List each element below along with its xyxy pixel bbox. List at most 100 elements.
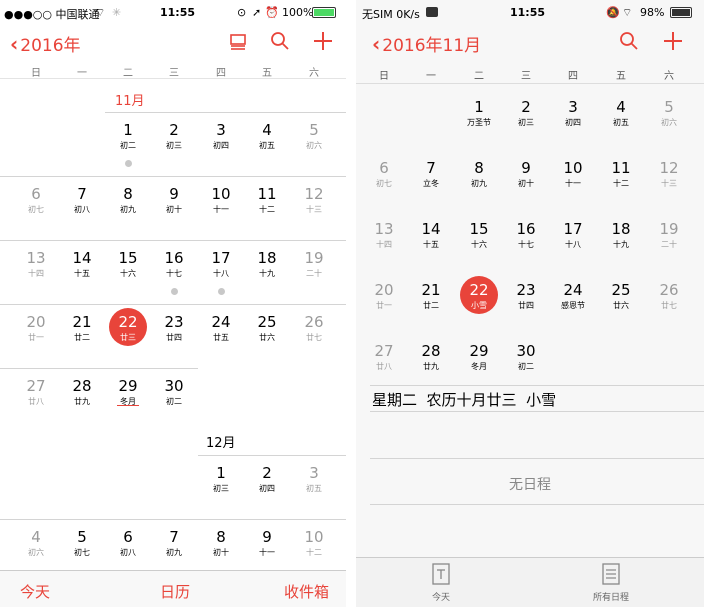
lunar-date: 十九 (259, 269, 275, 278)
day-cell[interactable]: 17 十八 (198, 250, 244, 279)
day-cell[interactable]: 3 初五 (291, 465, 337, 494)
day-number: 17 (563, 220, 583, 238)
day-cell[interactable]: 3 初四 (550, 99, 596, 128)
day-cell[interactable]: 10 十一 (550, 160, 596, 189)
day-cell[interactable]: 16 十七 (503, 221, 549, 250)
day-number: 14 (72, 249, 92, 267)
day-cell[interactable]: 8 初十 (198, 529, 244, 558)
day-cell[interactable]: 17 十八 (550, 221, 596, 250)
day-cell[interactable]: 3 初四 (198, 122, 244, 151)
day-cell[interactable]: 18 十九 (598, 221, 644, 250)
day-cell[interactable]: 19 二十 (291, 250, 337, 279)
day-cell[interactable]: 21 廿二 (408, 282, 454, 311)
day-cell[interactable]: 16 十七 (151, 250, 197, 279)
day-cell[interactable]: 2 初四 (244, 465, 290, 494)
day-cell[interactable]: 14 十五 (59, 250, 105, 279)
day-cell[interactable]: 9 初十 (151, 186, 197, 215)
add-event-icon[interactable] (313, 31, 333, 55)
day-number: 29 (469, 342, 489, 360)
day-cell[interactable]: 7 立冬 (408, 160, 454, 189)
back-label: 2016年11月 (382, 36, 482, 56)
day-cell[interactable]: 26 廿七 (291, 314, 337, 343)
day-cell[interactable]: 29 冬月 (105, 378, 151, 407)
day-cell[interactable]: 26 廿七 (646, 282, 692, 311)
day-cell[interactable]: 2 初三 (503, 99, 549, 128)
day-cell[interactable]: 22 廿三 (105, 308, 151, 346)
day-cell[interactable]: 12 十三 (646, 160, 692, 189)
back-button[interactable]: ‹ 2016年11月 (372, 31, 481, 56)
lunar-date: 廿九 (74, 397, 90, 406)
day-number: 15 (469, 220, 489, 238)
day-cell[interactable]: 2 初三 (151, 122, 197, 151)
back-button[interactable]: ‹ 2016年 (10, 31, 81, 56)
lunar-date: 立冬 (423, 179, 439, 188)
day-cell[interactable]: 11 十二 (244, 186, 290, 215)
day-cell[interactable]: 25 廿六 (598, 282, 644, 311)
day-cell[interactable]: 6 初七 (13, 186, 59, 215)
day-cell[interactable]: 8 初九 (105, 186, 151, 215)
day-cell[interactable]: 10 十二 (291, 529, 337, 558)
day-cell[interactable]: 6 初七 (361, 160, 407, 189)
day-cell[interactable]: 1 万圣节 (456, 99, 502, 128)
day-number: 5 (664, 98, 674, 116)
day-cell[interactable]: 15 十六 (456, 221, 502, 250)
lunar-date: 初六 (661, 118, 677, 127)
day-cell[interactable]: 5 初七 (59, 529, 105, 558)
day-cell[interactable]: 13 十四 (13, 250, 59, 279)
search-icon[interactable] (270, 31, 290, 55)
day-cell[interactable]: 1 初二 (105, 122, 151, 151)
day-cell[interactable]: 28 廿九 (408, 343, 454, 372)
day-cell[interactable]: 13 十四 (361, 221, 407, 250)
day-cell[interactable]: 12 十三 (291, 186, 337, 215)
day-cell[interactable]: 7 初八 (59, 186, 105, 215)
day-cell[interactable]: 15 十六 (105, 250, 151, 279)
message-icon (426, 7, 438, 17)
tab-inbox[interactable]: 收件箱 (284, 581, 329, 602)
day-cell[interactable]: 22 小雪 (456, 276, 502, 314)
day-cell[interactable]: 4 初六 (13, 529, 59, 558)
day-cell[interactable]: 6 初八 (105, 529, 151, 558)
add-event-icon[interactable] (663, 31, 683, 55)
day-cell[interactable]: 5 初六 (646, 99, 692, 128)
day-cell[interactable]: 24 廿五 (198, 314, 244, 343)
day-cell[interactable]: 27 廿八 (361, 343, 407, 372)
day-cell[interactable]: 20 廿一 (361, 282, 407, 311)
holiday-underline (117, 405, 139, 406)
weekday-label: 日 (379, 71, 389, 82)
day-cell[interactable]: 29 冬月 (456, 343, 502, 372)
day-cell[interactable]: 7 初九 (151, 529, 197, 558)
day-cell[interactable]: 5 初六 (291, 122, 337, 151)
lunar-date: 初八 (120, 548, 136, 557)
wifi-icon: ⌔ (622, 6, 633, 19)
tab-all-events[interactable]: 所有日程 (586, 562, 636, 603)
day-cell[interactable]: 30 初二 (151, 378, 197, 407)
day-cell[interactable]: 19 二十 (646, 221, 692, 250)
day-cell[interactable]: 20 廿一 (13, 314, 59, 343)
day-cell[interactable]: 9 初十 (503, 160, 549, 189)
day-cell[interactable]: 25 廿六 (244, 314, 290, 343)
tab-calendars[interactable]: 日历 (160, 581, 190, 602)
day-cell[interactable]: 11 十二 (598, 160, 644, 189)
day-cell[interactable]: 9 十一 (244, 529, 290, 558)
weekday-label: 三 (169, 68, 179, 79)
day-cell[interactable]: 10 十一 (198, 186, 244, 215)
day-cell[interactable]: 28 廿九 (59, 378, 105, 407)
day-cell[interactable]: 30 初二 (503, 343, 549, 372)
day-number: 3 (568, 98, 578, 116)
day-cell[interactable]: 27 廿八 (13, 378, 59, 407)
lunar-date: 廿六 (259, 333, 275, 342)
search-icon[interactable] (619, 31, 639, 55)
day-cell[interactable]: 4 初五 (244, 122, 290, 151)
day-cell[interactable]: 1 初三 (198, 465, 244, 494)
day-cell[interactable]: 24 感恩节 (550, 282, 596, 311)
tab-today[interactable]: 今天 (20, 581, 50, 602)
day-cell[interactable]: 23 廿四 (151, 314, 197, 343)
day-cell[interactable]: 4 初五 (598, 99, 644, 128)
day-cell[interactable]: 23 廿四 (503, 282, 549, 311)
day-cell[interactable]: 14 十五 (408, 221, 454, 250)
list-view-icon[interactable] (229, 33, 247, 55)
tab-today[interactable]: 今天 (416, 562, 466, 603)
day-cell[interactable]: 18 十九 (244, 250, 290, 279)
day-cell[interactable]: 8 初九 (456, 160, 502, 189)
day-cell[interactable]: 21 廿二 (59, 314, 105, 343)
